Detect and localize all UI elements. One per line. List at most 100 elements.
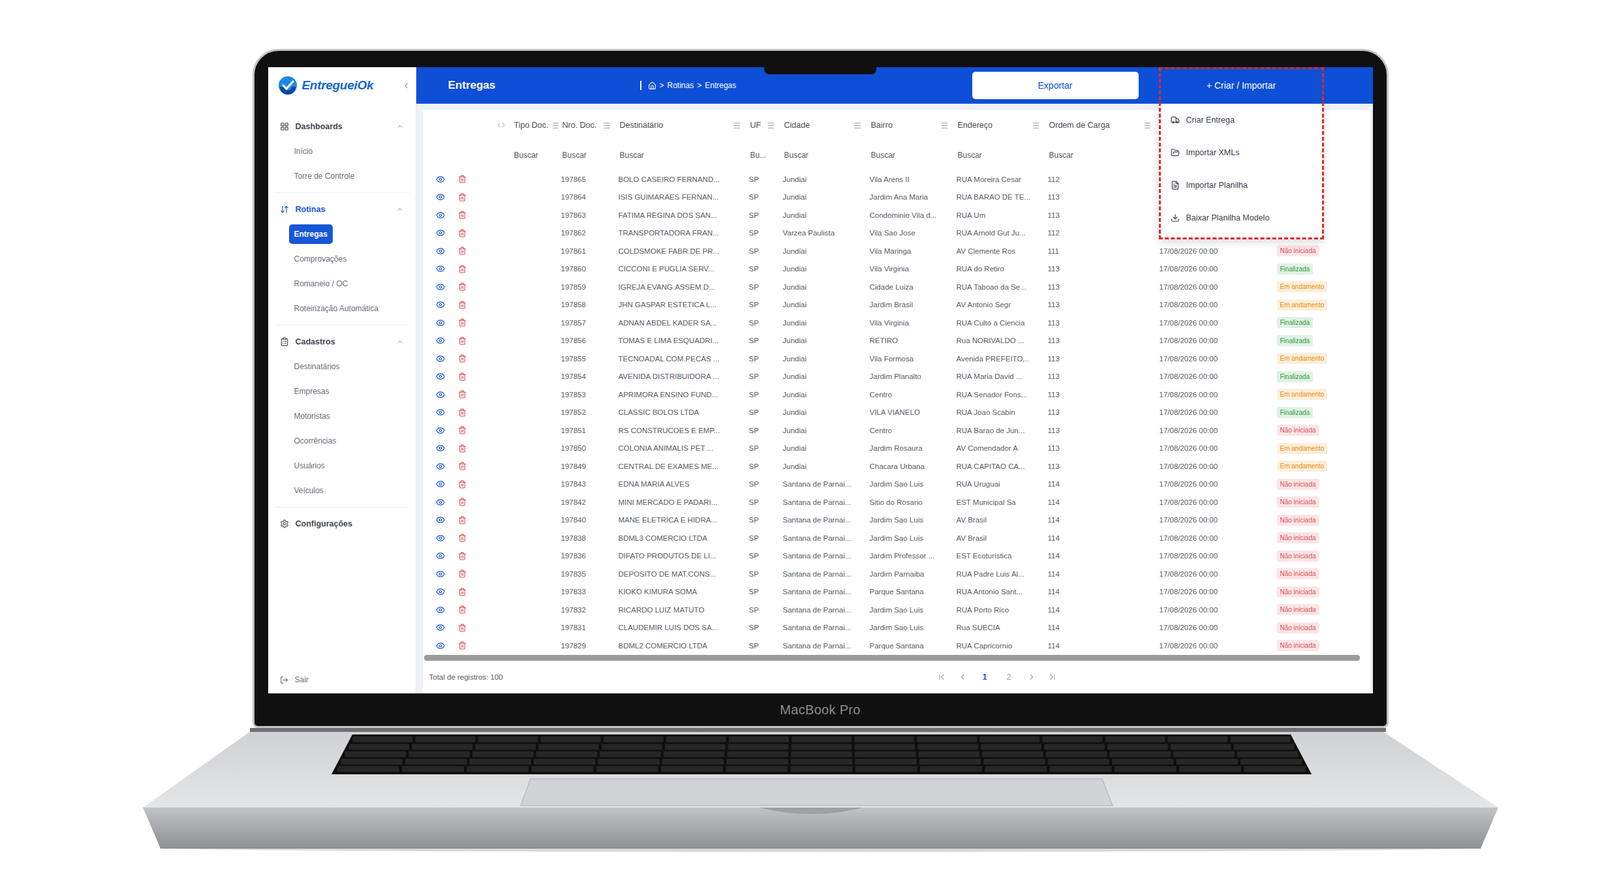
page-number[interactable]: 2 <box>1002 671 1016 684</box>
eye-icon[interactable] <box>435 282 446 292</box>
trash-icon[interactable] <box>458 229 467 238</box>
eye-icon[interactable] <box>435 354 446 364</box>
trash-icon[interactable] <box>458 336 467 346</box>
trash-icon[interactable] <box>458 605 467 615</box>
trash-icon[interactable] <box>458 318 467 327</box>
trash-icon[interactable] <box>458 641 467 650</box>
column-filter[interactable]: Buscar <box>779 150 866 160</box>
trash-icon[interactable] <box>458 372 467 382</box>
breadcrumb-item[interactable]: Entregas <box>704 80 737 91</box>
column-header[interactable]: UF <box>745 120 780 130</box>
export-button[interactable]: Exportar <box>972 71 1139 100</box>
sidebar-item[interactable]: Comprovações <box>274 246 410 272</box>
collapse-button[interactable] <box>401 81 411 91</box>
trash-icon[interactable] <box>458 480 467 489</box>
eye-icon[interactable] <box>435 336 446 346</box>
sidebar-item[interactable]: Destinatários <box>274 354 410 380</box>
eye-icon[interactable] <box>435 426 446 436</box>
column-filter[interactable]: Bu... <box>745 150 780 160</box>
column-header[interactable]: Ordem de Carga <box>1044 120 1156 130</box>
sidebar-item[interactable]: Romaneio / OC <box>274 271 410 297</box>
eye-icon[interactable] <box>435 371 446 382</box>
column-header[interactable]: Bairro <box>865 120 953 130</box>
trash-icon[interactable] <box>458 426 467 435</box>
trash-icon[interactable] <box>458 569 467 579</box>
trash-icon[interactable] <box>458 516 467 525</box>
last-page-button[interactable] <box>1047 672 1058 682</box>
sidebar-item[interactable]: Ocorrências <box>274 428 410 454</box>
sidebar-item[interactable]: Torre de Controle <box>274 163 410 189</box>
trash-icon[interactable] <box>458 533 467 543</box>
eye-icon[interactable] <box>435 228 446 238</box>
breadcrumb-item[interactable]: Rotinas <box>667 80 695 91</box>
trash-icon[interactable] <box>458 461 467 471</box>
trackpad[interactable] <box>520 779 1113 806</box>
column-filter[interactable]: Buscar <box>614 150 746 160</box>
trash-icon[interactable] <box>458 210 467 220</box>
trash-icon[interactable] <box>458 444 467 453</box>
logout-button[interactable]: Sair <box>268 668 416 692</box>
column-header[interactable]: Cidade <box>779 120 866 130</box>
eye-icon[interactable] <box>435 641 446 651</box>
column-header[interactable]: Destinatário <box>614 120 746 130</box>
sidebar-item[interactable]: Entregas <box>274 221 410 247</box>
sidebar-section-header[interactable]: Rotinas <box>274 197 410 222</box>
trash-icon[interactable] <box>458 282 467 292</box>
sidebar-item[interactable]: Veículos <box>274 478 410 504</box>
eye-icon[interactable] <box>435 192 446 202</box>
column-filter[interactable]: Buscar <box>557 150 615 160</box>
horizontal-scrollbar[interactable] <box>424 655 1360 662</box>
trash-icon[interactable] <box>458 193 467 202</box>
eye-icon[interactable] <box>435 479 446 489</box>
trash-icon[interactable] <box>458 264 467 274</box>
trash-icon[interactable] <box>458 623 467 633</box>
eye-icon[interactable] <box>435 264 446 274</box>
sidebar-item[interactable]: Roteirização Automática <box>274 296 410 322</box>
eye-icon[interactable] <box>435 390 446 400</box>
eye-icon[interactable] <box>435 246 446 256</box>
trash-icon[interactable] <box>458 354 467 363</box>
sidebar-item[interactable]: Motoristas <box>274 403 410 429</box>
first-page-button[interactable] <box>937 672 947 682</box>
eye-icon[interactable] <box>435 515 446 525</box>
column-header[interactable]: Tipo Doc. <box>508 120 558 130</box>
column-filter[interactable]: Buscar <box>865 150 953 160</box>
column-filter[interactable]: Buscar <box>1044 150 1156 160</box>
column-filter[interactable]: Buscar <box>508 150 558 160</box>
sidebar-item[interactable]: Início <box>274 138 410 164</box>
trash-icon[interactable] <box>458 174 467 184</box>
trash-icon[interactable] <box>458 300 467 310</box>
trash-icon[interactable] <box>458 587 467 597</box>
previous-page-button[interactable] <box>957 672 968 682</box>
sidebar-item[interactable]: Usuários <box>274 453 410 479</box>
eye-icon[interactable] <box>435 443 446 453</box>
eye-icon[interactable] <box>435 497 446 508</box>
eye-icon[interactable] <box>435 300 446 310</box>
sidebar-section-header[interactable]: Cadastros <box>274 329 410 355</box>
trash-icon[interactable] <box>458 390 467 399</box>
menu-item[interactable]: Criar Entrega <box>1158 103 1324 137</box>
menu-item[interactable]: Importar Planilha <box>1158 169 1324 202</box>
eye-icon[interactable] <box>435 587 446 597</box>
eye-icon[interactable] <box>435 407 446 417</box>
eye-icon[interactable] <box>435 210 446 220</box>
trash-icon[interactable] <box>458 497 467 507</box>
eye-icon[interactable] <box>435 551 446 561</box>
eye-icon[interactable] <box>435 533 446 543</box>
sidebar-item[interactable]: Empresas <box>274 379 410 404</box>
trash-icon[interactable] <box>458 246 467 256</box>
eye-icon[interactable] <box>435 605 446 615</box>
sidebar-section-header[interactable]: Dashboards <box>274 114 410 139</box>
next-page-button[interactable] <box>1027 672 1037 682</box>
menu-item[interactable]: Importar XMLs <box>1158 136 1324 170</box>
eye-icon[interactable] <box>435 174 446 185</box>
trash-icon[interactable] <box>458 552 467 561</box>
page-number[interactable]: 1 <box>978 671 992 684</box>
trash-icon[interactable] <box>458 408 467 417</box>
menu-item[interactable]: Baixar Planilha Modelo <box>1158 201 1324 235</box>
column-header[interactable]: Endereço <box>952 120 1045 130</box>
eye-icon[interactable] <box>435 569 446 579</box>
eye-icon[interactable] <box>435 461 446 472</box>
column-header[interactable]: Nro. Doc. <box>557 120 615 130</box>
column-toggle[interactable] <box>422 121 509 130</box>
